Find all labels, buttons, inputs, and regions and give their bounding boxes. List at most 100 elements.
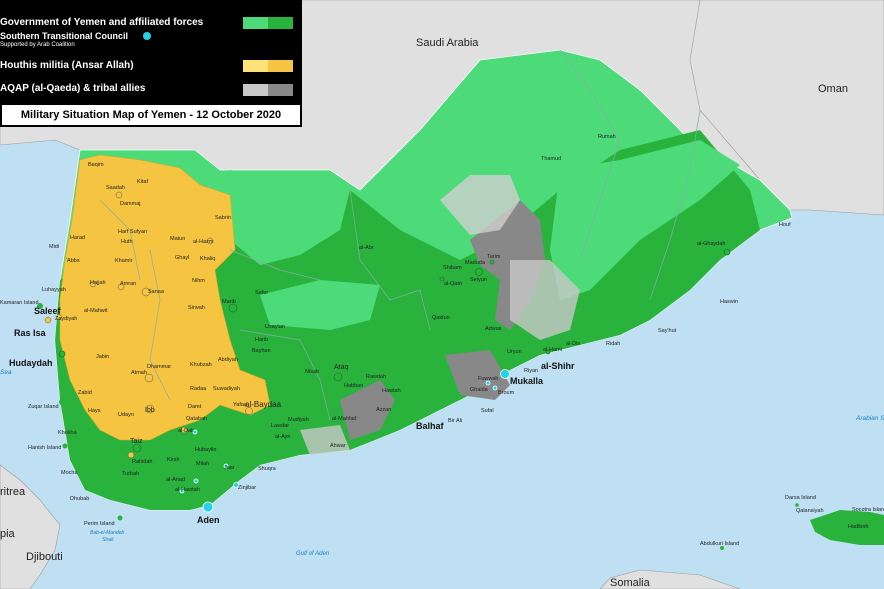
svg-text:Usaylan: Usaylan (265, 324, 285, 330)
svg-text:Sanaa: Sanaa (148, 289, 165, 295)
svg-text:al-Baydaa: al-Baydaa (245, 400, 282, 409)
legend-gov-swatch (243, 17, 293, 29)
svg-text:Hubaylin: Hubaylin (195, 447, 216, 453)
svg-text:Nisab: Nisab (305, 369, 319, 375)
legend-gov-label: Government of Yemen and affiliated force… (0, 17, 204, 28)
oman-label: Oman (818, 83, 848, 95)
svg-text:Adwas: Adwas (485, 326, 502, 332)
svg-text:Radaa: Radaa (190, 386, 207, 392)
stc-marker-aden (202, 501, 214, 513)
legend-aqap-swatch (243, 84, 293, 96)
svg-text:Baqim: Baqim (88, 162, 104, 168)
svg-text:Abdulkuri Island: Abdulkuri Island (700, 541, 739, 547)
ras-isa-label: Ras Isa (14, 328, 47, 338)
svg-text:Kitaf: Kitaf (137, 179, 148, 185)
arabian-sea-label: Arabian S (855, 415, 884, 422)
svg-text:Mocha: Mocha (61, 470, 78, 476)
svg-text:Shibam: Shibam (443, 265, 462, 271)
eritrea-djibouti-land (0, 464, 61, 589)
svg-text:Khamir: Khamir (115, 258, 133, 264)
svg-text:Zaydiyah: Zaydiyah (55, 316, 77, 322)
svg-text:Houf: Houf (779, 222, 791, 228)
svg-text:Harib: Harib (255, 337, 268, 343)
svg-text:Milah: Milah (196, 461, 209, 467)
svg-text:Haswin: Haswin (720, 299, 738, 305)
stc-marker-dali (192, 429, 198, 435)
stc-marker-mukalla (500, 369, 510, 379)
map-title: Military Situation Map of Yemen - 12 Oct… (2, 105, 300, 125)
perim-island (117, 515, 123, 521)
svg-text:Say'hut: Say'hut (658, 328, 677, 334)
svg-text:Turbah: Turbah (122, 471, 139, 477)
svg-text:al-Hawtah: al-Hawtah (175, 487, 200, 493)
svg-text:al-Dis: al-Dis (566, 341, 580, 347)
svg-text:Matun: Matun (170, 236, 185, 242)
svg-text:Sabrin: Sabrin (215, 215, 231, 221)
svg-text:Uryun: Uryun (507, 349, 522, 355)
svg-text:Seiyun: Seiyun (470, 277, 487, 283)
svg-text:al-Hami: al-Hami (543, 347, 562, 353)
svg-text:al-Ghaydah: al-Ghaydah (697, 241, 725, 247)
legend-stc-label: Southern Transitional Council (0, 31, 129, 41)
svg-text:Luhayyah: Luhayyah (42, 287, 66, 293)
svg-text:Dhubab: Dhubab (70, 496, 89, 502)
svg-text:Sufal: Sufal (481, 408, 494, 414)
svg-text:Amran: Amran (120, 281, 136, 287)
svg-text:Ataq: Ataq (334, 364, 349, 371)
svg-text:Qalansiyah: Qalansiyah (796, 508, 824, 514)
svg-text:Suwadiyah: Suwadiyah (213, 386, 240, 392)
svg-text:Khokha: Khokha (58, 430, 78, 436)
svg-text:Ghayl: Ghayl (175, 255, 189, 261)
svg-text:Shuqra: Shuqra (258, 466, 277, 472)
stc-marker-broum (492, 385, 498, 391)
svg-text:Harf Sufyan: Harf Sufyan (118, 229, 147, 235)
svg-text:Saadah: Saadah (106, 185, 125, 191)
bab-el-mandeb-label: Bab-el-Mandeb (90, 530, 124, 536)
svg-text:Dhammar: Dhammar (147, 364, 171, 370)
sea-label: Sea (0, 369, 12, 376)
svg-text:al-Dali: al-Dali (178, 428, 194, 434)
djibouti-label: Djibouti (26, 551, 63, 563)
svg-text:Abdiyah: Abdiyah (218, 357, 238, 363)
svg-text:Damt: Damt (188, 404, 202, 410)
svg-text:Qaidun: Qaidun (432, 315, 450, 321)
svg-text:Marib: Marib (222, 299, 236, 305)
svg-text:Harad: Harad (70, 235, 85, 241)
svg-text:Sirwah: Sirwah (188, 305, 205, 311)
svg-text:Ghaida: Ghaida (470, 387, 489, 393)
svg-text:Ahwar: Ahwar (330, 443, 346, 449)
aden-label: Aden (197, 515, 220, 525)
zuqar-island (59, 399, 65, 405)
mukalla-label: Mukalla (510, 376, 544, 386)
socotra-island (810, 510, 884, 545)
somalia-label: Somalia (610, 577, 651, 589)
svg-text:al-Hazm: al-Hazm (193, 239, 214, 245)
svg-text:Hawtah: Hawtah (382, 388, 401, 394)
hudaydah-label: Hudaydah (9, 358, 53, 368)
svg-text:Khubzah: Khubzah (190, 362, 212, 368)
pia-label: pia (0, 528, 16, 540)
svg-text:Qatabah: Qatabah (186, 416, 207, 422)
legend-panel: Government of Yemen and affiliated force… (0, 0, 302, 127)
svg-text:al-Ayn: al-Ayn (275, 434, 291, 440)
bab-el-mandeb-strait-label: Strait (102, 537, 114, 543)
svg-text:Lawdar: Lawdar (271, 423, 289, 429)
svg-text:Safer: Safer (255, 290, 268, 296)
svg-text:Jaar: Jaar (224, 465, 235, 471)
svg-text:Fuwwah: Fuwwah (478, 376, 498, 382)
svg-text:Hadiboh: Hadiboh (848, 524, 869, 530)
svg-text:Rumah: Rumah (598, 134, 616, 140)
svg-text:Maduda: Maduda (465, 260, 486, 266)
hanish-island (62, 443, 68, 449)
svg-text:al-Qatn: al-Qatn (444, 281, 462, 287)
svg-text:Kirsh: Kirsh (167, 457, 180, 463)
svg-text:Udayn: Udayn (118, 412, 134, 418)
svg-text:Yafaa: Yafaa (233, 402, 248, 408)
svg-text:Thamud: Thamud (541, 156, 561, 162)
saudi-arabia-label: Saudi Arabia (416, 37, 479, 49)
balhaf-label: Balhaf (416, 421, 445, 431)
svg-text:Bir Ali: Bir Ali (448, 418, 462, 424)
cyan-dot-icon (143, 32, 151, 40)
svg-text:'Abbs: 'Abbs (66, 258, 80, 264)
svg-text:Huth: Huth (121, 239, 133, 245)
